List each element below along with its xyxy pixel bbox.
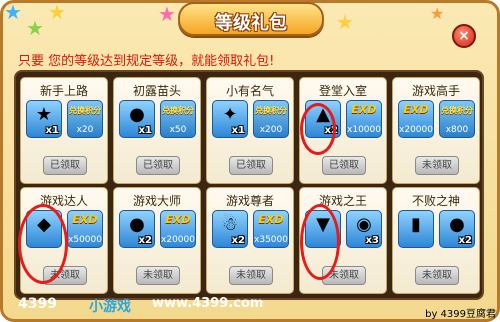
claim-button[interactable]: 已领取 — [43, 156, 87, 175]
reward-slot: EXD x10000 — [346, 100, 382, 138]
claim-button[interactable]: 未领取 — [415, 266, 459, 285]
decor-star-icon: ★ — [336, 10, 354, 34]
item-quantity: x2 — [138, 235, 152, 246]
item-quantity: x2 — [458, 235, 472, 246]
claim-button[interactable]: 已领取 — [229, 156, 273, 175]
reward-card: 新手上路 ★ x1 兑换积分 x20 已领取 — [20, 77, 108, 184]
decor-star-icon: ★ — [430, 4, 445, 23]
reward-slot: ▮ — [398, 210, 434, 248]
highlight-circle — [18, 204, 68, 284]
exp-label: EXD — [351, 103, 377, 116]
reward-slot: ● x2 — [439, 210, 475, 248]
points-amount: x20 — [76, 125, 94, 135]
decor-star-icon: ★ — [158, 2, 176, 26]
reward-slot: 兑换积分 x200 — [253, 100, 289, 138]
highlight-circle — [300, 204, 340, 280]
exp-label: EXD — [72, 213, 98, 226]
decor-star-icon: ★ — [48, 0, 66, 24]
points-label: 兑换积分 — [441, 106, 473, 115]
exp-label: EXD — [403, 103, 429, 116]
item-quantity: x2 — [231, 235, 245, 246]
snowman-icon: ☃ — [221, 214, 239, 235]
close-button[interactable]: × — [452, 24, 476, 48]
card-title: 新手上路 — [39, 84, 88, 98]
card-title: 游戏尊者 — [225, 194, 274, 208]
card-title: 登堂入室 — [318, 84, 367, 98]
exp-amount: x10000 — [347, 125, 381, 135]
reward-slot: EXD x50000 — [67, 210, 103, 248]
watermark-url: www.4399.com — [152, 296, 264, 311]
card-title: 初露苗头 — [132, 84, 181, 98]
item-quantity: x1 — [138, 125, 152, 136]
points-label: 兑换积分 — [162, 106, 194, 115]
claim-button[interactable]: 已领取 — [136, 156, 180, 175]
decor-star-icon: ★ — [4, 0, 22, 24]
reward-card: 不败之神 ▮ ● x2 未领取 — [392, 187, 480, 294]
exp-label: EXD — [258, 213, 284, 226]
watermark-logo-text: 小游戏 — [89, 299, 131, 315]
claim-button[interactable]: 已领取 — [322, 156, 366, 175]
points-amount: x50 — [169, 125, 187, 135]
reward-card: 小有名气 ✦ x1 兑换积分 x200 已领取 — [206, 77, 294, 184]
reward-slot: 兑换积分 x20 — [67, 100, 103, 138]
claim-button[interactable]: 未领取 — [229, 266, 273, 285]
flame-orb-icon: ● — [449, 214, 465, 235]
reward-card: 初露苗头 ● x1 兑换积分 x50 已领取 — [113, 77, 201, 184]
points-amount: x200 — [259, 125, 283, 135]
claim-button[interactable]: 未领取 — [136, 266, 180, 285]
reward-slot: 兑换积分 x800 — [439, 100, 475, 138]
subtitle-text: 只要 您的等级达到规定等级，就能领取礼包! — [18, 54, 275, 69]
exp-amount: x35000 — [254, 235, 288, 245]
reward-card: 游戏大师 ● x2 EXD x20000 未领取 — [113, 187, 201, 294]
card-pack-icon: ▮ — [411, 214, 421, 235]
card-title: 不败之神 — [411, 194, 460, 208]
reward-slot: ✦ x1 — [212, 100, 248, 138]
claim-button[interactable]: 未领取 — [415, 156, 459, 175]
decor-star-icon: ★ — [26, 16, 44, 40]
reward-slot: EXD x20000 — [160, 210, 196, 248]
exp-amount: x20000 — [161, 235, 195, 245]
reward-slot: EXD x35000 — [253, 210, 289, 248]
author-credit: by 4399豆腐君 — [425, 309, 496, 320]
item-quantity: x1 — [231, 125, 245, 136]
exp-label: EXD — [165, 213, 191, 226]
reward-slot: ☃ x2 — [212, 210, 248, 248]
highlight-circle — [300, 103, 336, 155]
spiked-bracelet-icon: ◉ — [356, 214, 372, 235]
title-plate: 等级礼包 — [178, 2, 324, 36]
card-title: 游戏高手 — [411, 84, 460, 98]
card-title: 小有名气 — [225, 84, 274, 98]
reward-slot: ● x1 — [119, 100, 155, 138]
reward-slot: ● x2 — [119, 210, 155, 248]
reward-slot: ★ x1 — [26, 100, 62, 138]
reward-slot: 兑换积分 x50 — [160, 100, 196, 138]
points-label: 兑换积分 — [69, 106, 101, 115]
reward-card: 游戏尊者 ☃ x2 EXD x35000 未领取 — [206, 187, 294, 294]
reward-card: 游戏高手 EXD x20000 兑换积分 x800 未领取 — [392, 77, 480, 184]
green-star-potion-icon: ✦ — [222, 104, 238, 125]
exp-amount: x20000 — [399, 125, 433, 135]
red-cake-icon: ● — [129, 214, 145, 235]
item-quantity: x3 — [365, 235, 379, 246]
gold-coin-icon: ★ — [35, 104, 53, 125]
reward-slot: EXD x20000 — [398, 100, 434, 138]
window-title: 等级礼包 — [215, 13, 287, 34]
red-boxing-glove-icon: ● — [129, 104, 145, 125]
item-quantity: x1 — [45, 125, 59, 136]
reward-slot: ◉ x3 — [346, 210, 382, 248]
card-title: 游戏大师 — [132, 194, 181, 208]
points-amount: x800 — [445, 125, 469, 135]
points-label: 兑换积分 — [255, 106, 287, 115]
watermark-logo: 4399 — [18, 296, 57, 312]
exp-amount: x50000 — [68, 235, 102, 245]
